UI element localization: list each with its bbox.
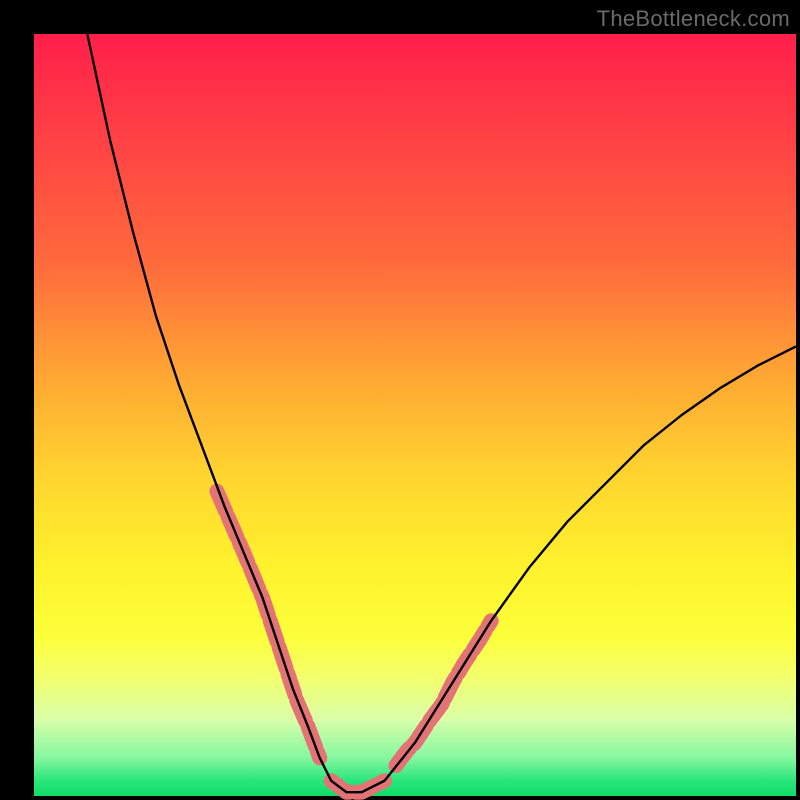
thick-segments-layer [217, 491, 491, 792]
plot-area [34, 34, 796, 796]
curve-layer [87, 34, 796, 792]
chart-stage: TheBottleneck.com [0, 0, 800, 800]
watermark-text: TheBottleneck.com [597, 6, 790, 32]
curve-path [87, 34, 796, 792]
chart-svg [34, 34, 796, 796]
